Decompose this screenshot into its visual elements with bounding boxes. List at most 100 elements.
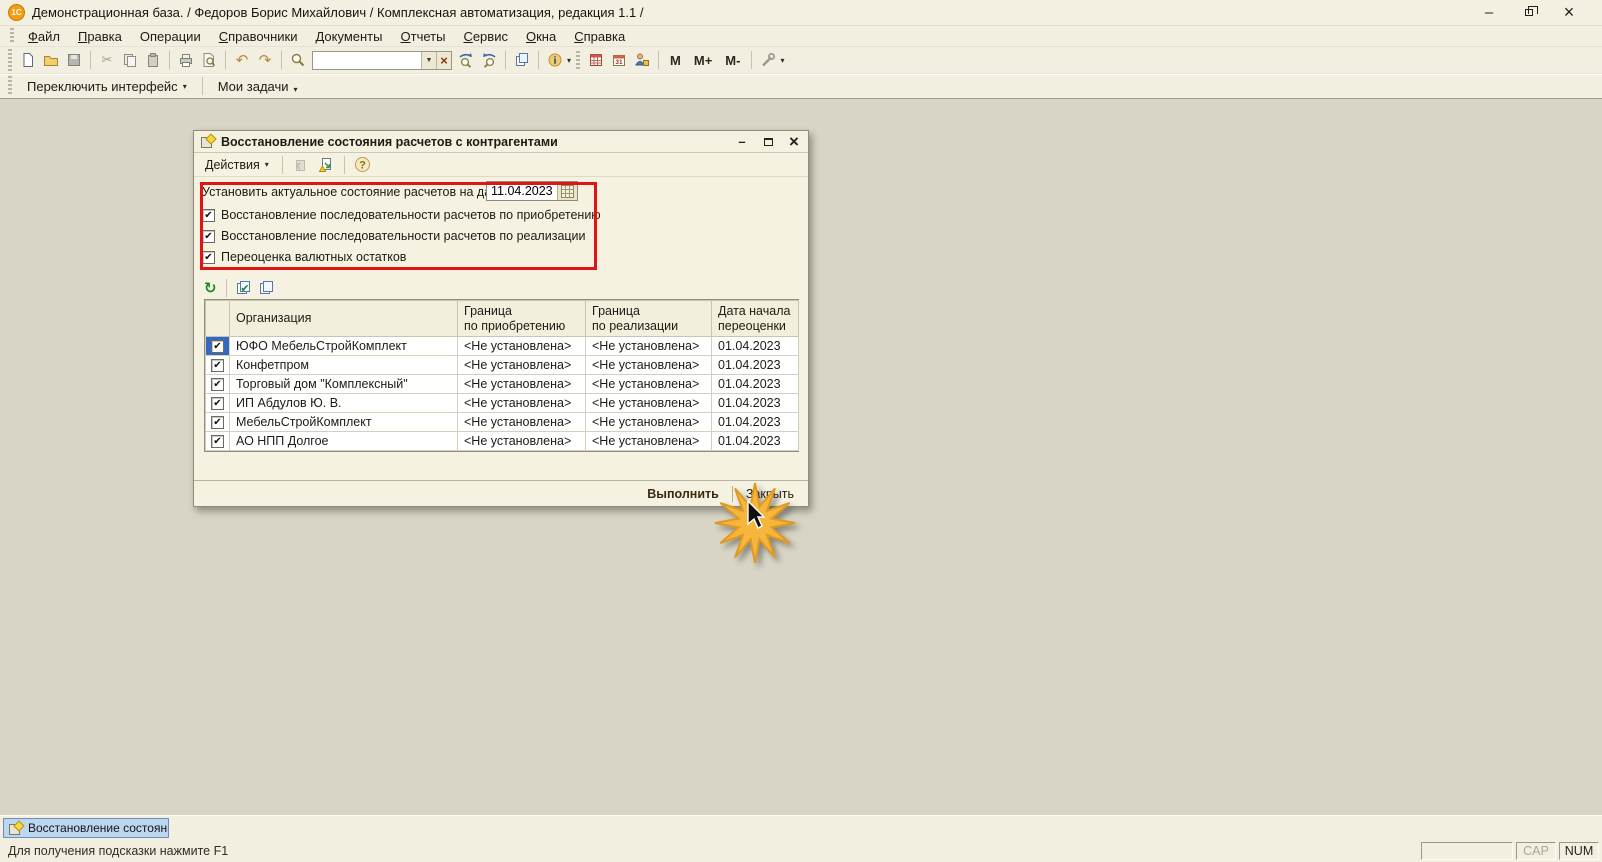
revaluation-start-cell[interactable]: 01.04.2023 xyxy=(711,431,799,451)
search-icon[interactable] xyxy=(287,50,309,71)
selected-checkbox-cell[interactable]: ✔ xyxy=(205,336,230,356)
purchase-boundary-cell[interactable]: <Не установлена> xyxy=(457,431,586,451)
sales-boundary-cell[interactable]: <Не установлена> xyxy=(585,412,712,432)
menu-service[interactable]: Сервис xyxy=(455,27,516,46)
save-values-icon[interactable] xyxy=(315,154,337,175)
purchase-boundary-cell[interactable]: <Не установлена> xyxy=(457,412,586,432)
row-checkbox-checked[interactable]: ✔ xyxy=(211,339,224,353)
revaluation-start-cell[interactable]: 01.04.2023 xyxy=(711,374,799,394)
toolbar-grip[interactable] xyxy=(8,49,12,71)
taskbar-tab-active[interactable]: Восстановление состояния ... xyxy=(3,818,169,838)
organization-cell[interactable]: ИП Абдулов Ю. В. xyxy=(229,393,458,413)
table-row[interactable]: ✔ Торговый дом "Комплексный" <Не установ… xyxy=(205,374,799,394)
toolbar-grip[interactable] xyxy=(10,28,14,44)
sales-boundary-cell[interactable]: <Не установлена> xyxy=(585,336,712,356)
minimize-icon[interactable]: – xyxy=(1482,4,1496,21)
find-previous-icon[interactable] xyxy=(478,50,500,71)
table-row[interactable]: ✔ ЮФО МебельСтройКомплект <Не установлен… xyxy=(205,336,799,356)
service-settings-icon[interactable] xyxy=(757,50,779,71)
calculator-icon[interactable] xyxy=(585,50,607,71)
undo-icon[interactable]: ↶ xyxy=(231,50,253,71)
menu-edit[interactable]: Правка xyxy=(70,27,130,46)
purchase-boundary-cell[interactable]: <Не установлена> xyxy=(457,374,586,394)
purchase-boundary-cell[interactable]: <Не установлена> xyxy=(457,336,586,356)
redo-icon[interactable]: ↷ xyxy=(254,50,276,71)
revaluation-start-cell[interactable]: 01.04.2023 xyxy=(711,412,799,432)
column-header-purchase-boundary[interactable]: Граница по приобретению xyxy=(457,300,586,337)
table-row[interactable]: ✔ Конфетпром <Не установлена> <Не устано… xyxy=(205,355,799,375)
close-icon[interactable]: × xyxy=(1562,2,1576,22)
dialog-close-icon[interactable]: × xyxy=(787,132,801,151)
dialog-minimize-icon[interactable]: – xyxy=(735,134,749,149)
refresh-icon[interactable]: ↻ xyxy=(204,279,217,297)
paste-icon[interactable] xyxy=(142,50,164,71)
info-icon[interactable]: i xyxy=(544,50,566,71)
menu-catalogs[interactable]: Справочники xyxy=(211,27,306,46)
menu-operations[interactable]: Операции xyxy=(132,27,209,46)
switch-interface-button[interactable]: Переключить интерфейс ▾ xyxy=(20,77,194,96)
m-button[interactable]: M xyxy=(664,52,687,69)
info-dropdown-icon[interactable]: ▾ xyxy=(567,56,571,65)
organization-cell[interactable]: Конфетпром xyxy=(229,355,458,375)
windows-icon[interactable] xyxy=(511,50,533,71)
search-input[interactable] xyxy=(313,52,421,68)
print-preview-icon[interactable] xyxy=(198,50,220,71)
check-all-icon[interactable]: ✔ xyxy=(236,277,254,298)
find-next-icon[interactable] xyxy=(455,50,477,71)
checkbox-cell[interactable]: ✔ xyxy=(205,393,230,413)
sales-boundary-cell[interactable]: <Не установлена> xyxy=(585,355,712,375)
purchase-boundary-cell[interactable]: <Не установлена> xyxy=(457,393,586,413)
m-minus-button[interactable]: M- xyxy=(719,52,746,69)
checkbox-cell[interactable]: ✔ xyxy=(205,412,230,432)
row-checkbox-checked[interactable]: ✔ xyxy=(211,415,224,429)
revaluation-start-cell[interactable]: 01.04.2023 xyxy=(711,336,799,356)
actions-button[interactable]: Действия ▾ xyxy=(199,156,275,174)
clear-search-icon[interactable]: × xyxy=(436,51,451,69)
checkbox-cell[interactable]: ✔ xyxy=(205,431,230,451)
sales-boundary-cell[interactable]: <Не установлена> xyxy=(585,374,712,394)
sales-boundary-cell[interactable]: <Не установлена> xyxy=(585,393,712,413)
execute-button[interactable]: Выполнить xyxy=(643,485,723,503)
open-icon[interactable] xyxy=(40,50,62,71)
table-row[interactable]: ✔ АО НПП Долгое <Не установлена> <Не уст… xyxy=(205,431,799,451)
row-checkbox-checked[interactable]: ✔ xyxy=(211,377,224,391)
close-button[interactable]: Закрыть xyxy=(742,485,798,503)
purchase-boundary-cell[interactable]: <Не установлена> xyxy=(457,355,586,375)
menu-file[interactable]: Файл xyxy=(20,27,68,46)
menu-reports[interactable]: Отчеты xyxy=(392,27,453,46)
cut-icon[interactable]: ✂ xyxy=(96,50,118,71)
print-icon[interactable] xyxy=(175,50,197,71)
uncheck-all-icon[interactable] xyxy=(259,277,277,298)
dialog-maximize-icon[interactable] xyxy=(761,135,775,149)
calendar-icon[interactable]: 31 xyxy=(608,50,630,71)
checkbox-cell[interactable]: ✔ xyxy=(205,355,230,375)
column-header-revaluation-start[interactable]: Дата начала переоценки xyxy=(711,300,799,337)
organization-cell[interactable]: Торговый дом "Комплексный" xyxy=(229,374,458,394)
copy-icon[interactable] xyxy=(119,50,141,71)
my-tasks-button[interactable]: Мои задачи ▾ xyxy=(211,77,305,96)
table-row[interactable]: ✔ МебельСтройКомплект <Не установлена> <… xyxy=(205,412,799,432)
sales-boundary-cell[interactable]: <Не установлена> xyxy=(585,431,712,451)
checkbox-cell[interactable]: ✔ xyxy=(205,374,230,394)
row-checkbox-checked[interactable]: ✔ xyxy=(211,396,224,410)
revaluation-start-cell[interactable]: 01.04.2023 xyxy=(711,393,799,413)
toolbar-grip[interactable] xyxy=(8,76,12,96)
column-header-organization[interactable]: Организация xyxy=(229,300,458,337)
restore-values-icon[interactable] xyxy=(290,154,312,175)
table-row[interactable]: ✔ ИП Абдулов Ю. В. <Не установлена> <Не … xyxy=(205,393,799,413)
revaluation-start-cell[interactable]: 01.04.2023 xyxy=(711,355,799,375)
service-dropdown-icon[interactable]: ▾ xyxy=(780,56,784,65)
user-permissions-icon[interactable] xyxy=(631,50,653,71)
search-dropdown-icon[interactable]: ▼ xyxy=(421,51,436,69)
help-icon[interactable]: ? xyxy=(352,154,374,175)
menu-documents[interactable]: Документы xyxy=(307,27,390,46)
column-header-sales-boundary[interactable]: Граница по реализации xyxy=(585,300,712,337)
save-icon[interactable] xyxy=(63,50,85,71)
restore-icon[interactable] xyxy=(1522,6,1538,20)
organization-cell[interactable]: АО НПП Долгое xyxy=(229,431,458,451)
organization-cell[interactable]: ЮФО МебельСтройКомплект xyxy=(229,336,458,356)
m-plus-button[interactable]: M+ xyxy=(688,52,718,69)
new-document-icon[interactable] xyxy=(17,50,39,71)
menu-help[interactable]: Справка xyxy=(566,27,633,46)
row-checkbox-checked[interactable]: ✔ xyxy=(211,358,224,372)
